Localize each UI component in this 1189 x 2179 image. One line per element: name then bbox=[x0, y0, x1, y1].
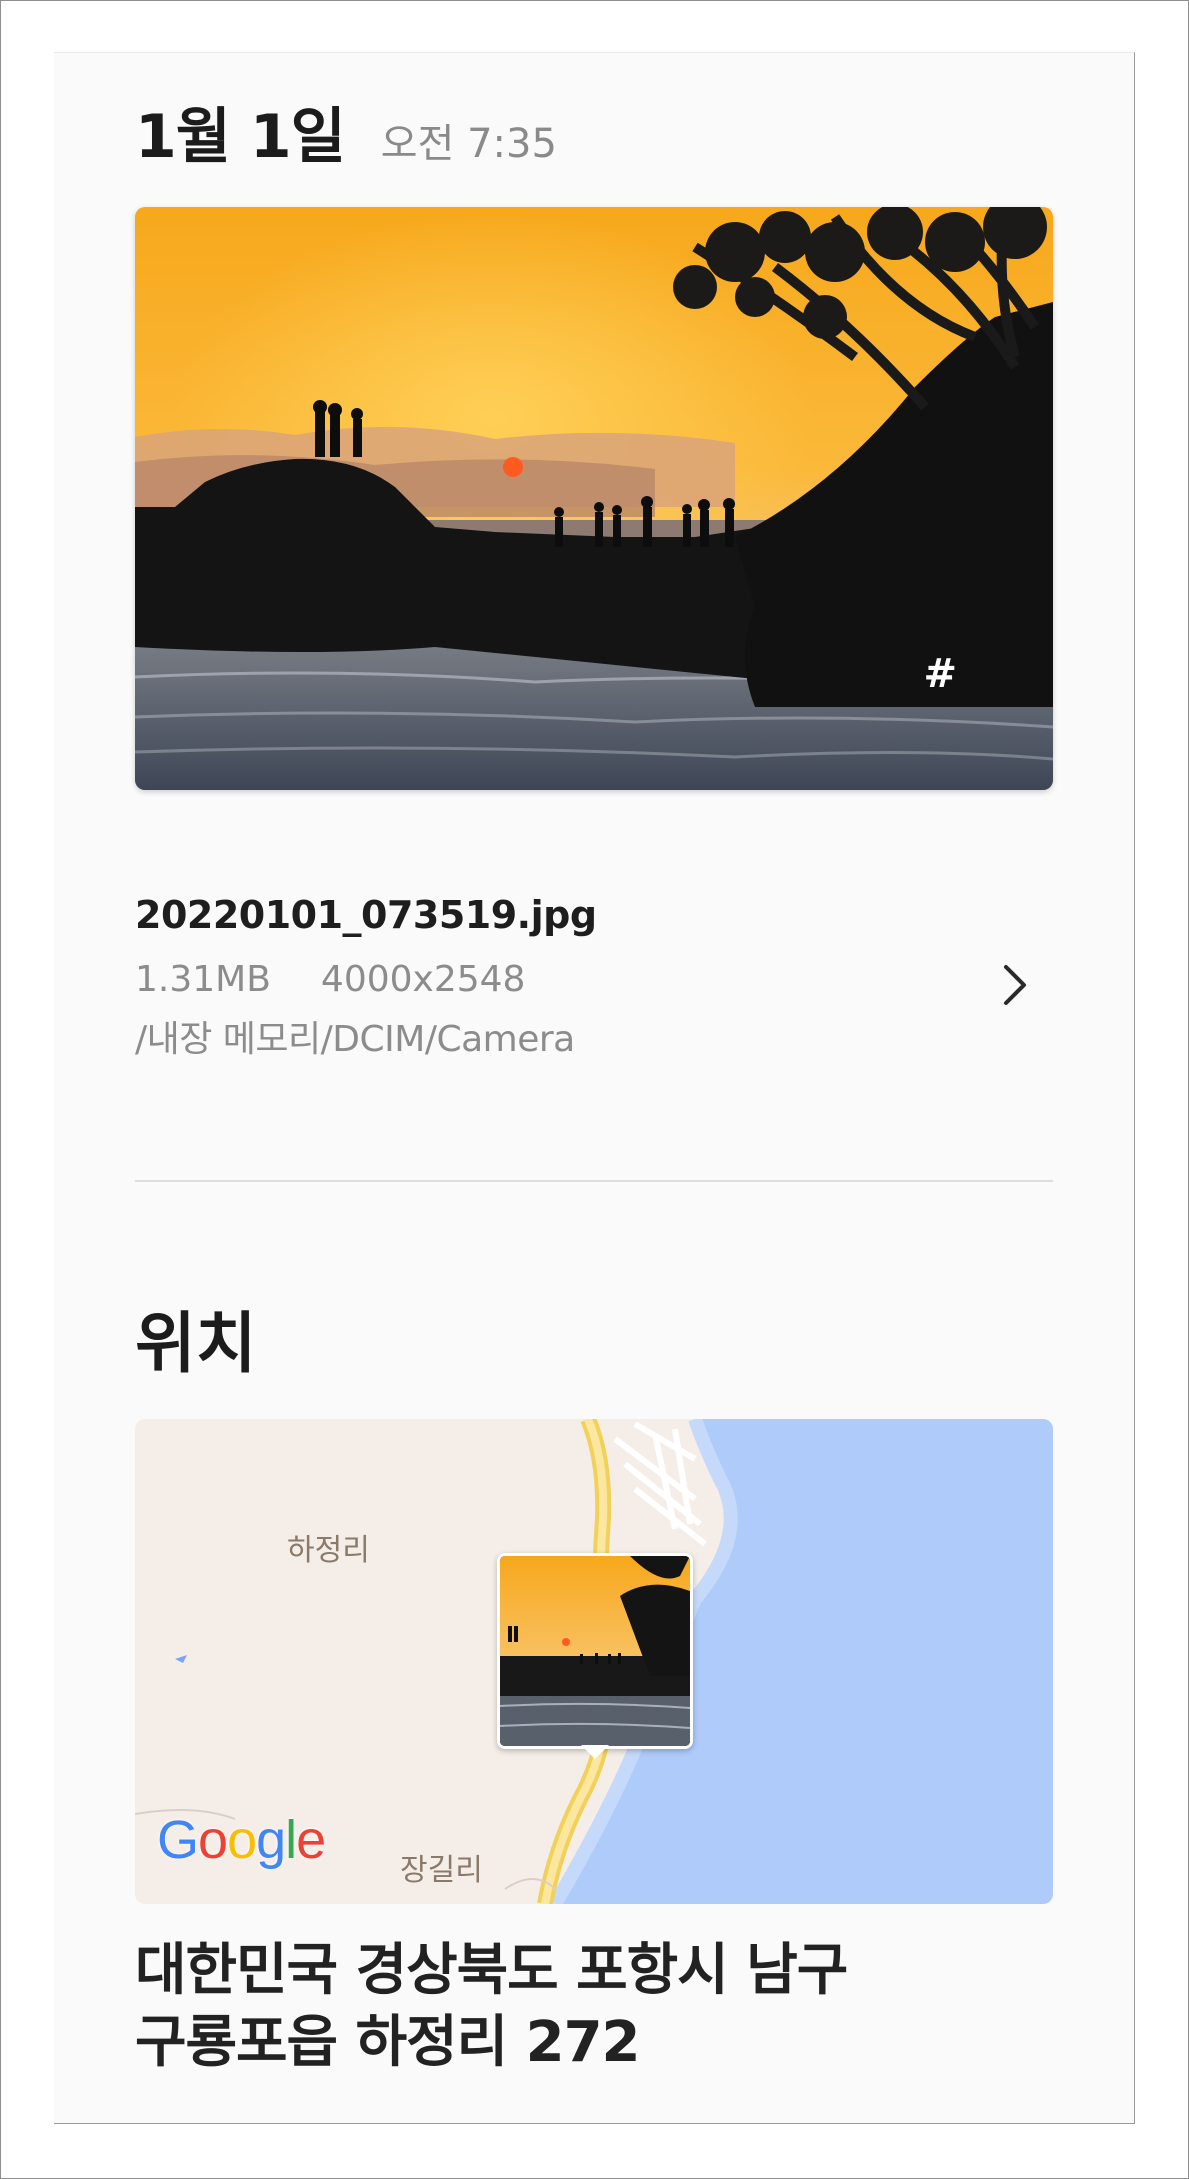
address-line-2: 구룡포읍 하정리 272 bbox=[135, 2010, 641, 2075]
chevron-right-icon[interactable] bbox=[990, 955, 1040, 1015]
photo-thumbnail[interactable]: # bbox=[135, 207, 1053, 790]
location-title: 위치 bbox=[135, 1305, 257, 1382]
file-meta: 1.31MB 4000x2548 bbox=[135, 959, 1053, 1000]
section-divider bbox=[135, 1180, 1053, 1182]
hashtag-icon[interactable]: # bbox=[923, 654, 957, 694]
sunset-photo-image bbox=[135, 207, 1053, 790]
map-label-hajeong-ri: 하정리 bbox=[287, 1533, 370, 1568]
location-address: 대한민국 경상북도 포항시 남구 구룡포읍 하정리 272 bbox=[135, 1935, 848, 2079]
map-photo-pin[interactable] bbox=[497, 1553, 693, 1749]
time-label: 오전 7:35 bbox=[380, 121, 557, 167]
google-logo: Google bbox=[157, 1810, 326, 1870]
map-label-janggil-ri: 장길리 bbox=[400, 1853, 483, 1888]
date-header: 1월 1일 오전 7:35 bbox=[135, 88, 557, 175]
location-map[interactable]: 하정리 장길리 Google bbox=[135, 1419, 1053, 1904]
file-name: 20220101_073519.jpg bbox=[135, 893, 597, 937]
pin-thumbnail-image bbox=[500, 1556, 690, 1746]
file-path: /내장 메모리/DCIM/Camera bbox=[135, 1019, 575, 1060]
date-label: 1월 1일 bbox=[135, 102, 346, 172]
file-resolution: 4000x2548 bbox=[320, 959, 526, 1000]
map-pin-pointer bbox=[581, 1745, 609, 1759]
file-details[interactable]: 20220101_073519.jpg 1.31MB 4000x2548 /내장 … bbox=[135, 893, 1053, 1062]
address-line-1: 대한민국 경상북도 포항시 남구 bbox=[135, 1938, 848, 2003]
file-size: 1.31MB bbox=[135, 959, 271, 1000]
